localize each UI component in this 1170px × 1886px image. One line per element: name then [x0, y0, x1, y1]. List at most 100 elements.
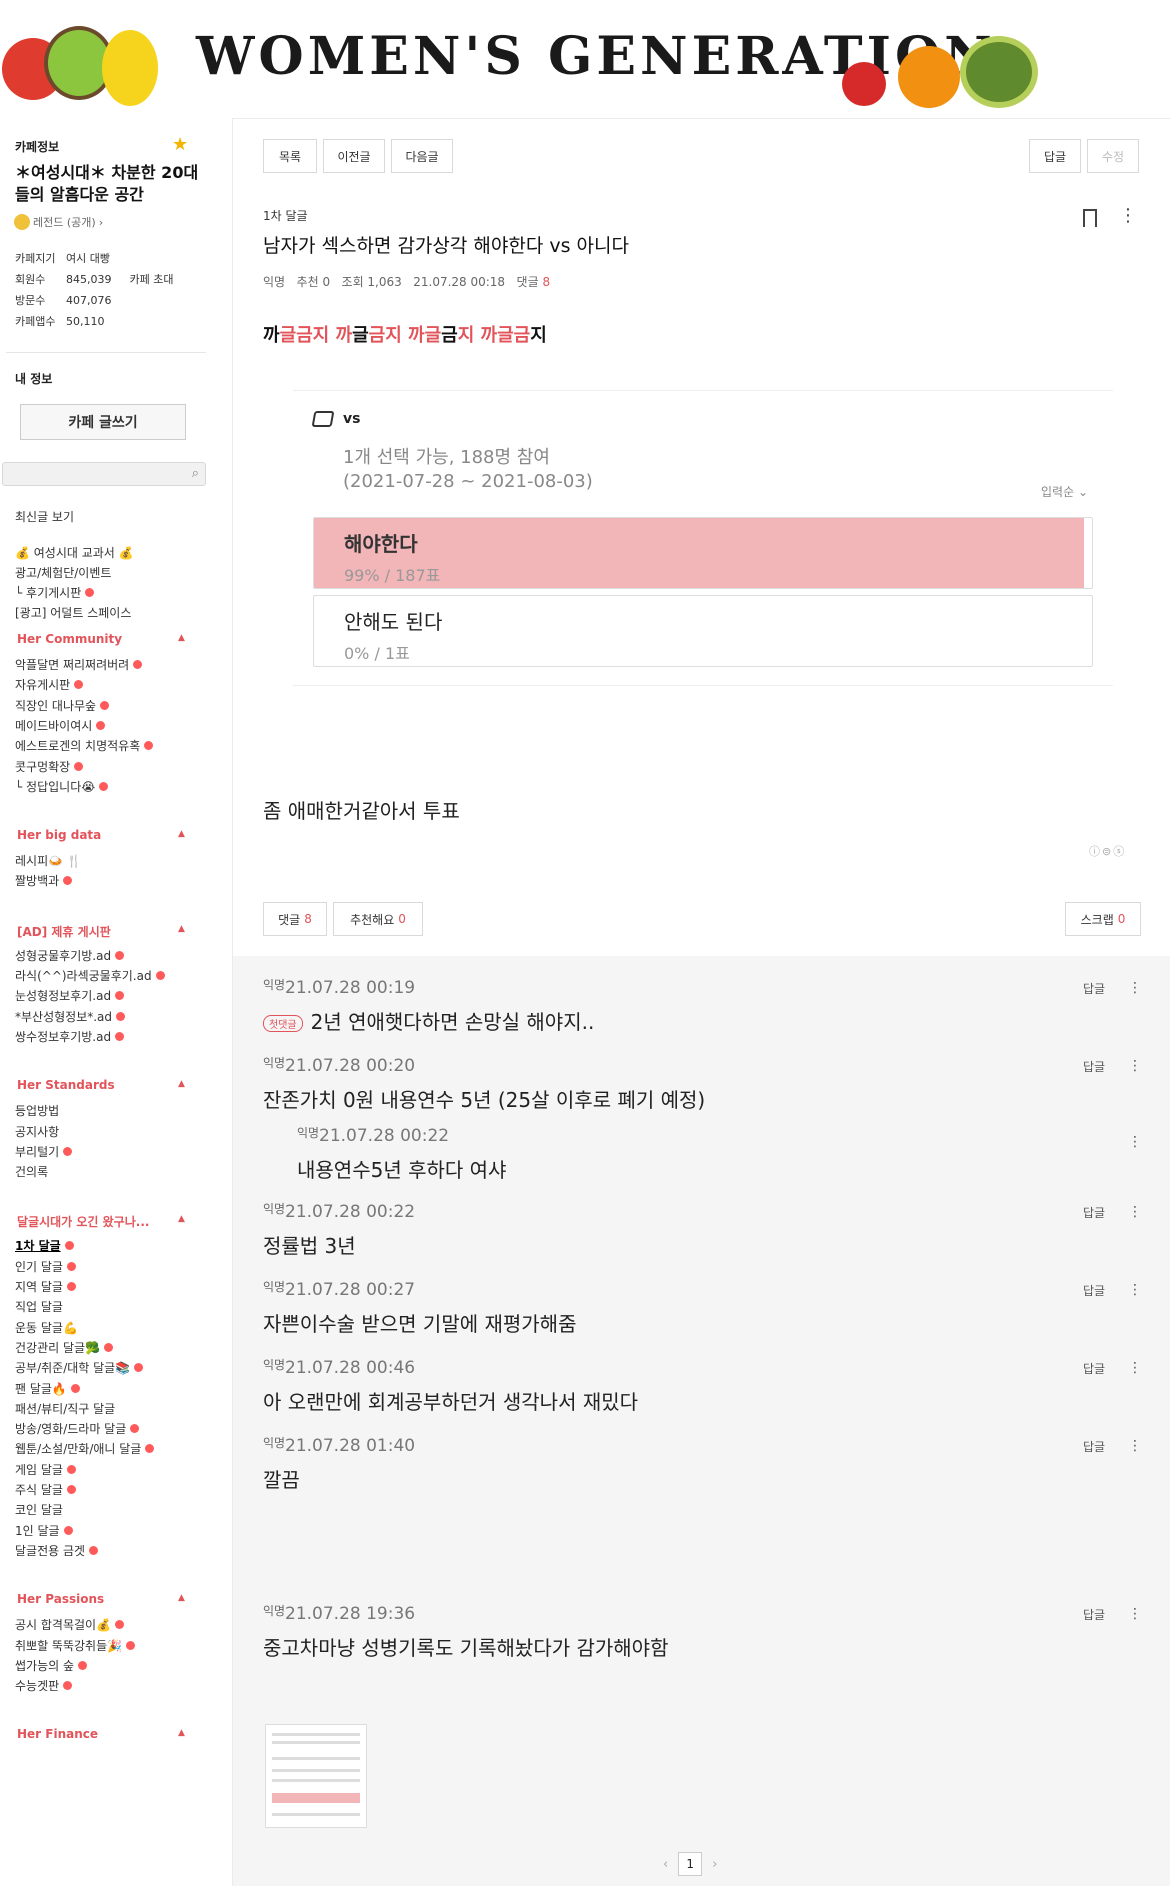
menu-item[interactable]: 에스트로겐의 치명적유혹	[15, 737, 154, 754]
comment-author[interactable]: 익명	[263, 1434, 285, 1451]
comment-author[interactable]: 익명	[263, 1278, 285, 1295]
menu-item[interactable]: 방송/영화/드라마 달글	[15, 1420, 140, 1437]
comment-author[interactable]: 익명	[263, 1054, 285, 1071]
menu-item[interactable]: 썹가능의 숲	[15, 1657, 88, 1674]
cafe-banner[interactable]: WOMEN'S GENERATION	[0, 0, 1040, 110]
menu-item[interactable]: 팬 달글🔥	[15, 1380, 80, 1397]
menu-item[interactable]: 주식 달글	[15, 1481, 76, 1498]
menu-category[interactable]: 달글시대가 오긴 왔구나...	[17, 1213, 149, 1230]
star-icon[interactable]: ★	[172, 134, 188, 155]
poll-sort-dropdown[interactable]: 입력순 ⌄	[1041, 483, 1088, 500]
menu-item[interactable]: 직장인 대나무숲	[15, 697, 110, 714]
menu-item[interactable]: └ 정답입니다😭	[15, 778, 109, 795]
prev-post-button[interactable]: 이전글	[323, 139, 385, 173]
cafe-write-button[interactable]: 카페 글쓰기	[20, 404, 186, 440]
menu-item[interactable]: 코인 달글	[15, 1501, 63, 1518]
search-icon[interactable]: ⌕	[192, 466, 199, 481]
menu-item[interactable]: 지역 달글	[15, 1278, 76, 1295]
collapse-caret-icon[interactable]: ▲	[178, 829, 185, 839]
menu-item[interactable]: 등업방법	[15, 1102, 59, 1119]
comment-author[interactable]: 익명	[263, 976, 285, 993]
menu-item[interactable]: 직업 달글	[15, 1298, 63, 1315]
menu-item[interactable]: *부산성형정보*.ad	[15, 1008, 126, 1025]
collapse-caret-icon[interactable]: ▲	[178, 924, 185, 934]
menu-item[interactable]: [광고] 어덜트 스페이스	[15, 604, 131, 621]
post-author[interactable]: 익명	[263, 275, 285, 289]
menu-item[interactable]: 건의록	[15, 1163, 48, 1180]
comment-more-icon[interactable]: ⋮	[1128, 980, 1142, 996]
menu-item[interactable]: 부리털기	[15, 1143, 73, 1160]
menu-item[interactable]: 공지사항	[15, 1123, 59, 1140]
like-button[interactable]: 추천해요 0	[333, 902, 423, 936]
comment-reply-button[interactable]: 답글	[1083, 1360, 1105, 1377]
comment-author[interactable]: 익명	[263, 1200, 285, 1217]
menu-category[interactable]: Her Standards	[17, 1078, 115, 1092]
menu-item[interactable]: 웹툰/소설/만화/애니 달글	[15, 1440, 155, 1457]
comment-more-icon[interactable]: ⋮	[1128, 1134, 1142, 1150]
list-button[interactable]: 목록	[263, 139, 317, 173]
menu-item[interactable]: 인기 달글	[15, 1258, 76, 1275]
comment-more-icon[interactable]: ⋮	[1128, 1438, 1142, 1454]
cafe-search-input[interactable]: ⌕	[2, 462, 206, 486]
comment-more-icon[interactable]: ⋮	[1128, 1606, 1142, 1622]
cafe-invite-link[interactable]: 카페 초대	[130, 273, 174, 286]
prev-page-icon[interactable]: ‹	[663, 1857, 668, 1872]
reply-post-button[interactable]: 답글	[1029, 139, 1081, 173]
menu-item[interactable]: 눈성형정보후기.ad	[15, 987, 125, 1004]
cafe-level[interactable]: 레전드 (공개) ›	[14, 214, 103, 230]
collapse-caret-icon[interactable]: ▲	[178, 1593, 185, 1603]
comment-more-icon[interactable]: ⋮	[1128, 1360, 1142, 1376]
menu-item[interactable]: 건강관리 달글🥦	[15, 1339, 113, 1356]
menu-item[interactable]: 취뽀할 뚝뚝강취들🎉	[15, 1637, 136, 1654]
scrap-button[interactable]: 스크랩 0	[1065, 902, 1141, 936]
post-comments-label[interactable]: 댓글	[517, 275, 539, 289]
comment-author[interactable]: 익명	[263, 1356, 285, 1373]
menu-item[interactable]: 레시피🍛 🍴	[15, 852, 82, 869]
collapse-caret-icon[interactable]: ▲	[178, 633, 185, 643]
collapse-caret-icon[interactable]: ▲	[178, 1728, 185, 1738]
next-page-icon[interactable]: ›	[712, 1857, 717, 1872]
edit-post-button[interactable]: 수정	[1087, 139, 1139, 173]
next-post-button[interactable]: 다음글	[391, 139, 453, 173]
comment-reply-button[interactable]: 답글	[1083, 1204, 1105, 1221]
menu-item[interactable]: 라식(^^)라섹궁물후기.ad	[15, 967, 165, 984]
poll-option[interactable]: 해야한다 99% / 187표	[313, 517, 1093, 589]
menu-item[interactable]: 콧구멍확장	[15, 758, 84, 775]
menu-category[interactable]: [AD] 제휴 게시판	[17, 923, 111, 940]
comment-reply-button[interactable]: 답글	[1083, 1058, 1105, 1075]
menu-latest[interactable]: 최신글 보기	[15, 508, 74, 525]
comment-reply-button[interactable]: 답글	[1083, 1606, 1105, 1623]
menu-item[interactable]: 1차 달글	[15, 1237, 74, 1254]
comment-image[interactable]	[265, 1724, 367, 1828]
comment-reply-button[interactable]: 답글	[1083, 1438, 1105, 1455]
menu-item[interactable]: 성형궁물후기방.ad	[15, 947, 125, 964]
menu-item[interactable]: 악플달면 쩌리쩌려버려	[15, 656, 143, 673]
cafe-name[interactable]: ＊여성시대＊ 차분한 20대들의 알흠다운 공간	[15, 162, 210, 206]
menu-item[interactable]: 게임 달글	[15, 1461, 76, 1478]
stat-value[interactable]: 여시 대빵	[66, 252, 110, 265]
menu-item[interactable]: 메이드바이여시	[15, 717, 106, 734]
menu-item[interactable]: 자유게시판	[15, 676, 84, 693]
menu-item[interactable]: 짤방백과	[15, 872, 73, 889]
comment-button[interactable]: 댓글 8	[263, 902, 327, 936]
menu-item[interactable]: 공부/취준/대학 달글📚	[15, 1359, 144, 1376]
menu-category[interactable]: Her Finance	[17, 1727, 98, 1741]
board-link[interactable]: 1차 달글	[263, 207, 308, 224]
more-options-icon[interactable]: ⋮	[1119, 207, 1137, 225]
menu-item[interactable]: 공시 합격목걸이💰	[15, 1616, 125, 1633]
menu-item[interactable]: 수능겟판	[15, 1677, 73, 1694]
comment-reply-button[interactable]: 답글	[1083, 1282, 1105, 1299]
menu-item[interactable]: 운동 달글💪	[15, 1319, 78, 1336]
menu-item[interactable]: └ 후기게시판	[15, 584, 95, 601]
menu-item[interactable]: 달글전용 금겟	[15, 1542, 99, 1559]
post-comments-count[interactable]: 8	[542, 275, 550, 289]
menu-item[interactable]: 💰 여성시대 교과서 💰	[15, 544, 134, 561]
poll-option[interactable]: 안해도 된다 0% / 1표	[313, 595, 1093, 667]
page-number[interactable]: 1	[678, 1852, 703, 1876]
menu-category[interactable]: Her big data	[17, 828, 101, 842]
collapse-caret-icon[interactable]: ▲	[178, 1079, 185, 1089]
menu-category[interactable]: Her Passions	[17, 1592, 104, 1606]
menu-item[interactable]: 광고/체험단/이벤트	[15, 564, 111, 581]
my-info-label[interactable]: 내 정보	[15, 370, 52, 387]
comment-more-icon[interactable]: ⋮	[1128, 1058, 1142, 1074]
